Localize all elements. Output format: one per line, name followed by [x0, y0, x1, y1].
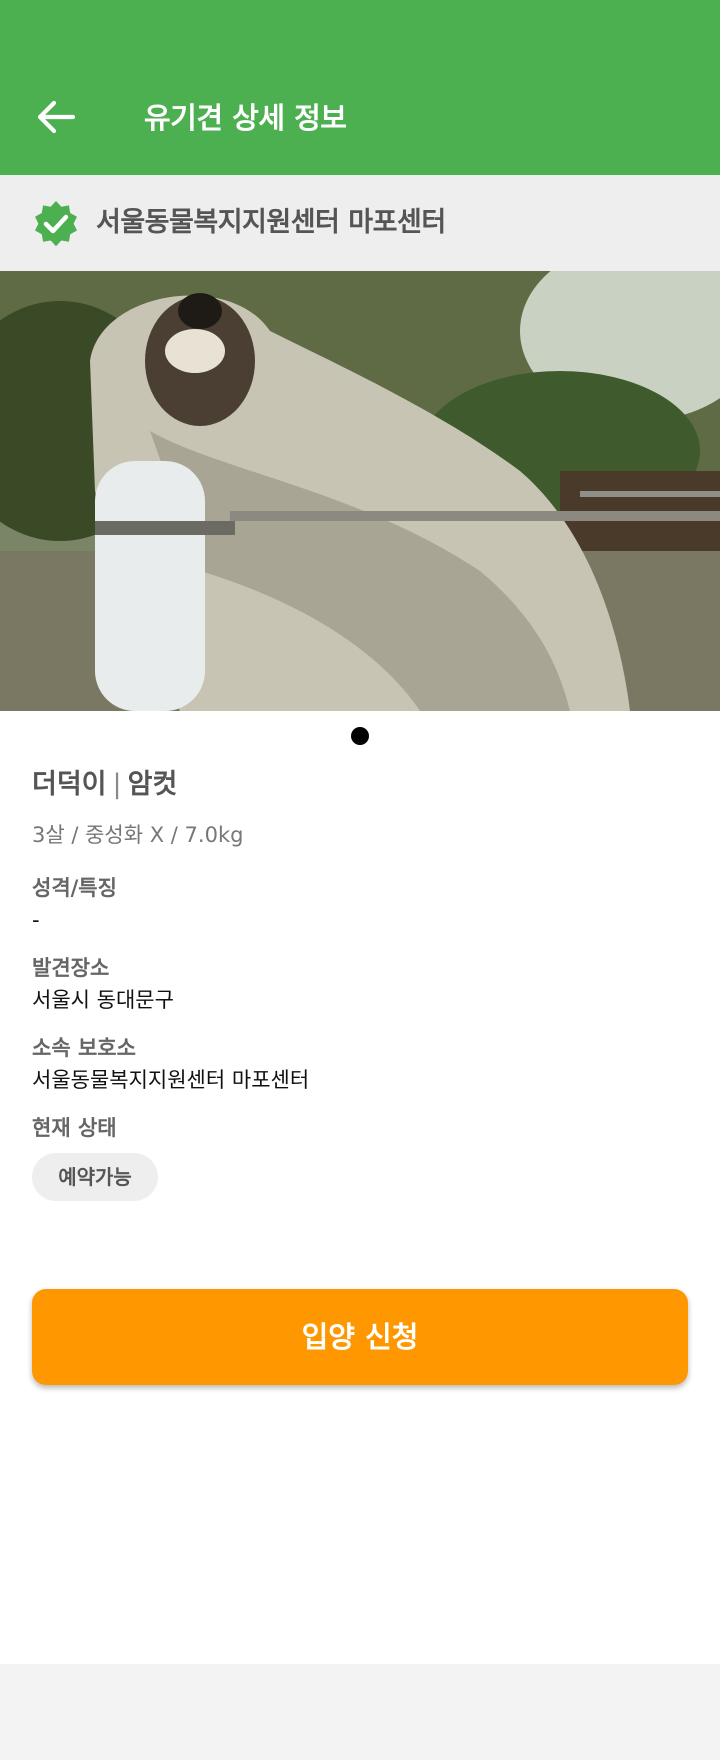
bottom-area [0, 1664, 720, 1760]
verified-badge-icon [32, 199, 80, 247]
personality-label: 성격/특징 [32, 876, 117, 900]
pet-title: 더덕이 | 암컷 [32, 763, 177, 807]
pet-sex: 암컷 [127, 769, 178, 800]
shelter-label: 소속 보호소 [32, 1036, 136, 1060]
carousel-page-indicator[interactable] [351, 727, 369, 745]
arrow-left-icon [37, 100, 76, 138]
pet-summary: 3살 / 중성화 X / 7.0kg [32, 823, 244, 847]
shelter-value: 서울동물복지지원센터 마포센터 [32, 1068, 310, 1092]
pet-detail-content: 더덕이 | 암컷 3살 / 중성화 X / 7.0kg 성격/특징 - 발견장소 서… [0, 711, 720, 1664]
shelter-name: 서울동물복지지원센터 마포센터 [96, 207, 446, 238]
status-badge: 예약가능 [32, 1153, 158, 1201]
shelter-banner: 서울동물복지지원센터 마포센터 [0, 175, 720, 271]
dog-detail-screen: 유기견 상세 정보 서울동물복지지원센터 마포센터 더덕이 | 암컷 3살 / … [0, 0, 720, 1760]
title-divider: | [112, 769, 122, 800]
dog-photo-image [0, 271, 720, 711]
found-place-label: 발견장소 [32, 956, 110, 980]
dog-photo[interactable] [0, 271, 720, 711]
adopt-request-button[interactable]: 입양 신청 [32, 1289, 688, 1385]
app-bar: 유기견 상세 정보 [0, 0, 720, 175]
found-place-value: 서울시 동대문구 [32, 988, 174, 1012]
personality-value: - [32, 908, 40, 932]
back-button[interactable] [24, 90, 88, 148]
page-title: 유기견 상세 정보 [144, 101, 347, 135]
pet-name: 더덕이 [32, 769, 107, 800]
status-label: 현재 상태 [32, 1116, 117, 1140]
